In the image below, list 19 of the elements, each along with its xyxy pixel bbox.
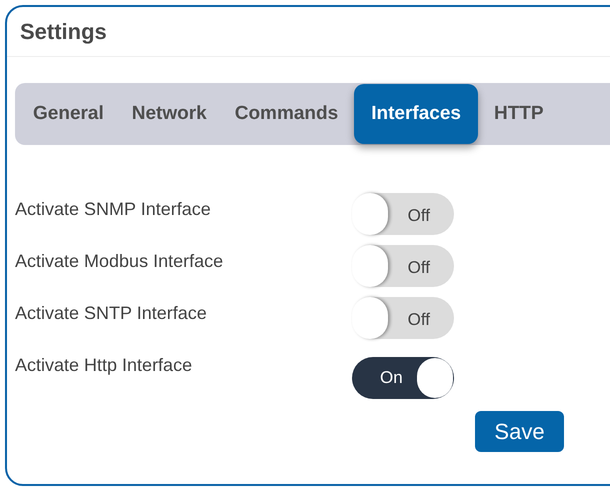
toggle-knob <box>352 193 388 235</box>
save-button[interactable]: Save <box>475 411 564 452</box>
panel-title: Settings <box>20 18 107 46</box>
toggle-switch[interactable]: Off <box>352 297 454 339</box>
toggle-switch[interactable]: Off <box>352 193 454 235</box>
option-label: Activate Modbus Interface <box>14 250 224 273</box>
toggle-switch[interactable]: On <box>352 357 454 399</box>
tab[interactable]: Network <box>120 84 219 144</box>
option-label: Activate Http Interface <box>14 354 194 377</box>
tab[interactable]: Commands <box>222 84 350 144</box>
option-label: Activate SNTP Interface <box>14 302 208 325</box>
toggle-switch[interactable]: Off <box>352 245 454 287</box>
tab[interactable]: HTTP <box>482 84 556 144</box>
toggle-knob <box>417 358 453 398</box>
toggle-knob <box>352 245 388 287</box>
tab[interactable]: General <box>21 84 116 144</box>
tab[interactable]: Interfaces <box>354 84 478 144</box>
option-label: Activate SNMP Interface <box>14 198 212 221</box>
toggle-knob <box>352 297 388 339</box>
